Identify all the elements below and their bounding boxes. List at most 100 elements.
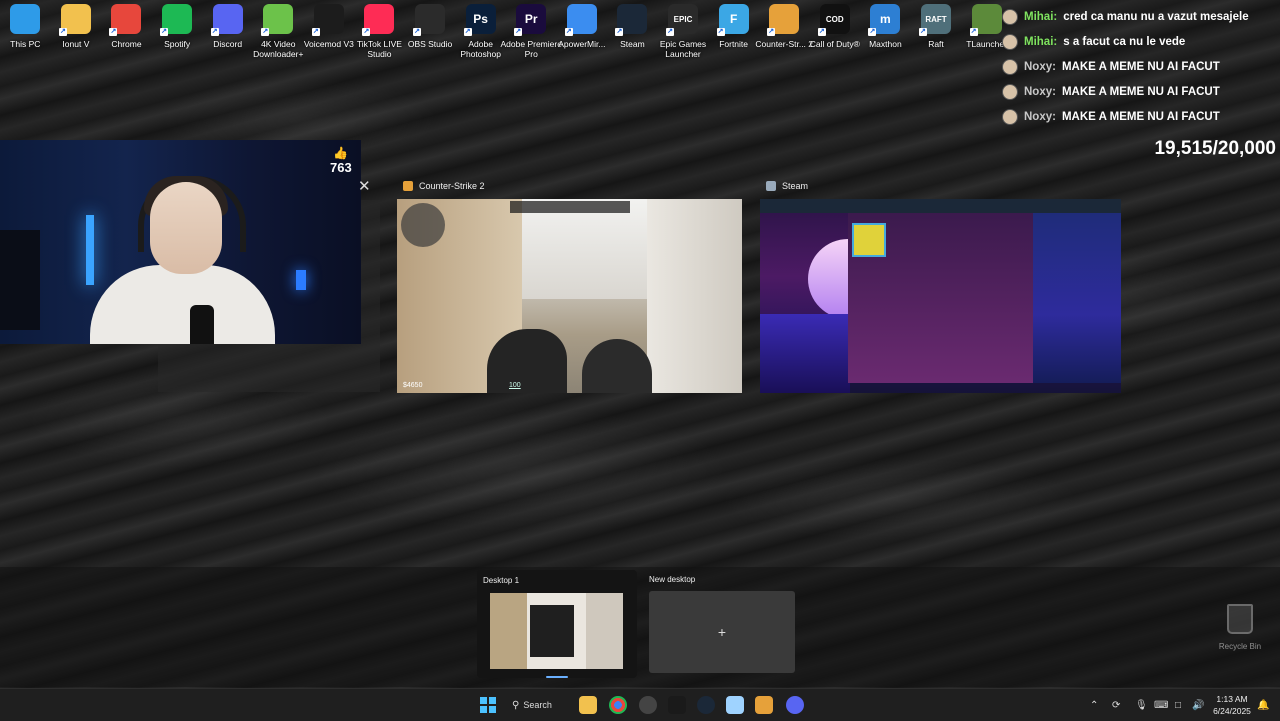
microphone-icon[interactable]: 🎙 xyxy=(1135,689,1148,721)
desktop-icon[interactable]: ↗ Spotify xyxy=(152,2,203,64)
webcam-overlay xyxy=(0,140,361,344)
desktop-icon[interactable]: ↗ OBS Studio xyxy=(405,2,456,64)
led-light xyxy=(86,215,94,285)
shortcut-arrow-icon: ↗ xyxy=(160,28,169,36)
chat-username: Noxy: xyxy=(1024,110,1056,123)
streamer-face xyxy=(150,182,222,274)
chat-text: MAKE A MEME NU AI FACUT xyxy=(1061,60,1220,73)
discord-icon: ↗ xyxy=(210,4,243,36)
desktop-icon[interactable]: ↗ Chrome xyxy=(101,2,152,64)
keyboard-icon[interactable]: ⌨ xyxy=(1154,689,1168,721)
chat-avatar xyxy=(1002,108,1018,125)
window-title-text: Steam xyxy=(782,181,809,191)
counter-strike-icon: ↗ xyxy=(767,4,800,36)
chat-username: Noxy: xyxy=(1024,85,1056,98)
epic-games-icon: EPIC ↗ xyxy=(666,4,699,36)
new-desktop-button[interactable]: + xyxy=(649,591,795,673)
window-title-steam[interactable]: Steam xyxy=(766,181,808,191)
shortcut-arrow-icon: ↗ xyxy=(666,28,675,36)
desktop-icon[interactable]: ↗ Discord xyxy=(202,2,253,64)
tray-chevron-icon[interactable]: ⌃ xyxy=(1090,689,1098,721)
chat-username: Noxy: xyxy=(1024,60,1056,73)
steam-icon[interactable] xyxy=(697,696,715,714)
chat-message: Noxy: MAKE A MEME NU AI FACUT xyxy=(1002,79,1280,104)
like-goal-counter: 19,515/20,000 xyxy=(1154,138,1276,159)
new-desktop-label: New desktop xyxy=(649,575,696,584)
desktop-icon[interactable]: ↗ Steam xyxy=(607,2,658,64)
clock[interactable]: 1:13 AM 6/24/2025 xyxy=(1210,693,1254,717)
shortcut-arrow-icon: ↗ xyxy=(362,28,371,36)
selected-indicator xyxy=(546,676,568,678)
desktop-icon[interactable]: RAFT ↗ Raft xyxy=(911,2,962,64)
chrome-icon[interactable] xyxy=(609,696,627,714)
this-pc-icon xyxy=(10,4,41,34)
taskbar: ⚲ Search ⌃ ⟳ 🎙 ⌨ □ 🔊 1:13 AM 6/24/2025 🔔 xyxy=(0,688,1280,721)
network-icon[interactable]: □ xyxy=(1175,689,1181,721)
volume-icon[interactable]: 🔊 xyxy=(1192,689,1204,721)
window-title-cs2[interactable]: Counter-Strike 2 xyxy=(403,181,485,191)
shortcut-arrow-icon: ↗ xyxy=(261,28,270,36)
shortcut-arrow-icon: ↗ xyxy=(868,28,877,36)
clock-date: 6/24/2025 xyxy=(1213,706,1251,716)
shortcut-arrow-icon: ↗ xyxy=(817,28,826,36)
desktop-icon[interactable]: ↗ ApowerMir... xyxy=(557,2,608,64)
microphone-shape xyxy=(190,305,214,344)
chat-text: MAKE A MEME NU AI FACUT xyxy=(1061,110,1220,123)
chrome-icon: ↗ xyxy=(109,4,142,36)
stream-chat: Mihai: cred ca manu nu a vazut mesajele … xyxy=(1002,4,1280,129)
chat-message: Mihai: cred ca manu nu a vazut mesajele xyxy=(1002,4,1280,29)
desktop-icon[interactable]: m ↗ Maxthon xyxy=(860,2,911,64)
start-button[interactable] xyxy=(480,697,496,713)
chat-avatar xyxy=(1002,8,1018,25)
desktop-icon[interactable]: COD ↗ Call of Duty® xyxy=(810,2,861,64)
counter-strike-icon[interactable] xyxy=(755,696,773,714)
desktop-icons: This PC ↗ Ionut V ↗ Chrome ↗ Spotify ↗ Discord ↗ 4… xyxy=(0,2,1012,64)
desktop-1-thumbnail[interactable] xyxy=(490,593,623,669)
virtual-desktops-bar xyxy=(0,567,1280,687)
shortcut-arrow-icon: ↗ xyxy=(311,28,320,36)
wallpaper-water xyxy=(760,314,850,393)
chat-username: Mihai: xyxy=(1024,10,1058,23)
obs-icon: ↗ xyxy=(413,4,446,36)
window-thumbnail-steam[interactable] xyxy=(760,199,1121,393)
desktop-icon[interactable]: This PC xyxy=(0,2,51,64)
close-icon[interactable]: ✕ xyxy=(358,177,371,195)
steam-icon xyxy=(766,181,776,191)
thumbs-up-icon: 👍 xyxy=(333,146,349,160)
desktop-icon[interactable]: Pr ↗ Adobe Premiere Pro xyxy=(501,2,562,64)
desktop-icon[interactable]: ↗ Ionut V xyxy=(51,2,102,64)
photoshop-icon: Ps ↗ xyxy=(463,4,496,36)
monitor-shape xyxy=(0,230,40,330)
desktop-icon[interactable]: ↗ Voicemod V3 xyxy=(304,2,355,64)
file-explorer-icon[interactable] xyxy=(579,696,597,714)
shortcut-arrow-icon: ↗ xyxy=(463,28,472,36)
search-button[interactable]: ⚲ Search xyxy=(512,695,564,715)
notepad-icon[interactable] xyxy=(726,696,744,714)
obs-icon[interactable] xyxy=(639,696,657,714)
notification-icon[interactable]: 🔔 xyxy=(1257,689,1269,721)
4k-video-downloader-icon: ↗ xyxy=(261,4,294,36)
led-light xyxy=(296,270,306,290)
thumbnail-window xyxy=(530,605,574,657)
desktop-icon[interactable]: ↗ Counter-Str... 2 xyxy=(755,2,813,64)
discord-icon[interactable] xyxy=(786,696,804,714)
desktop-icon[interactable]: EPIC ↗ Epic Games Launcher xyxy=(658,2,709,64)
desktop-icon[interactable]: F ↗ Fortnite xyxy=(708,2,759,64)
desktop-icon[interactable]: Ps ↗ Adobe Photoshop xyxy=(455,2,506,64)
likes-count: 763 xyxy=(330,160,352,175)
avatar xyxy=(852,223,886,257)
shortcut-arrow-icon: ↗ xyxy=(767,28,776,36)
recycle-bin-icon xyxy=(1227,604,1253,634)
desktop-icon[interactable]: ↗ TikTok LIVE Studio xyxy=(354,2,405,64)
steam-icon: ↗ xyxy=(615,4,648,36)
raft-icon: RAFT ↗ xyxy=(918,4,951,36)
chat-text: cred ca manu nu a vazut mesajele xyxy=(1063,10,1249,23)
recycle-bin[interactable]: Recycle Bin xyxy=(1216,604,1264,651)
voicemod-icon[interactable] xyxy=(668,696,686,714)
sync-icon[interactable]: ⟳ xyxy=(1112,689,1120,721)
window-thumbnail-cs2[interactable]: $4650 100 xyxy=(397,199,742,393)
spotify-icon: ↗ xyxy=(160,4,193,36)
desktop-icon[interactable]: ↗ 4K Video Downloader+ xyxy=(253,2,304,64)
chat-avatar xyxy=(1002,33,1018,50)
tiktok-icon: ↗ xyxy=(362,4,395,36)
